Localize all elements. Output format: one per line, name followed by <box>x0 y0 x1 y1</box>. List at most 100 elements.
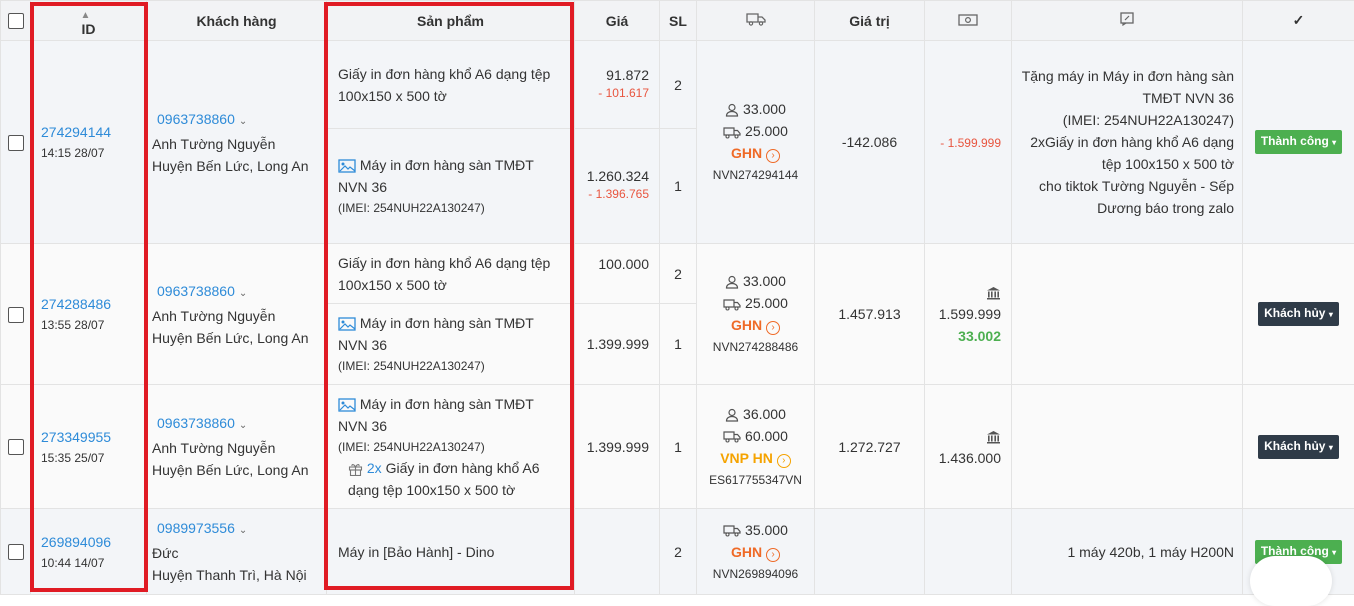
discount-price: - 101.617 <box>575 83 649 103</box>
sort-icon[interactable]: ▲ <box>81 10 91 21</box>
chevron-down-icon[interactable]: ⌄ <box>239 420 247 431</box>
product-cell: Giấy in đơn hàng khổ A6 dạng tệp 100x150… <box>327 244 575 304</box>
status-cell: Thành công ▾ <box>1243 41 1354 244</box>
price-cell: 100.000 <box>575 244 660 304</box>
payment-cell: - 1.599.999 <box>925 41 1012 244</box>
caret-down-icon: ▾ <box>1329 310 1333 319</box>
floating-action-button[interactable] <box>1250 556 1332 606</box>
row-checkbox[interactable] <box>8 439 24 455</box>
column-note <box>1012 1 1243 41</box>
order-id-link[interactable]: 274288486 <box>41 293 146 315</box>
product-name-text: Máy in đơn hàng sàn TMĐT NVN 36 <box>338 315 534 353</box>
value-cell: -142.086 <box>815 41 925 244</box>
carrier-link[interactable]: GHN › <box>697 314 814 336</box>
gift-item: 2x Giấy in đơn hàng khổ A6 dạng tệp 100x… <box>338 457 562 501</box>
row-checkbox[interactable] <box>8 307 24 323</box>
shipping-fee-value: 33.000 <box>743 101 786 117</box>
select-all-checkbox[interactable] <box>8 13 24 29</box>
customer-name: Anh Tường Nguyễn <box>152 437 326 459</box>
user-icon <box>725 408 739 422</box>
money-icon <box>958 14 978 26</box>
note-cell: 1 máy 420b, 1 máy H200N <box>1012 509 1243 595</box>
shipping-fee-value: 33.000 <box>743 273 786 289</box>
column-qty: SL <box>660 1 697 41</box>
customer-phone-label: 0989973556 <box>157 520 235 536</box>
row-select-cell <box>1 244 31 385</box>
unit-price: 100.000 <box>575 256 649 272</box>
note-cell <box>1012 244 1243 385</box>
product-imei: (IMEI: 254NUH22A130247) <box>338 356 562 376</box>
customer-phone[interactable]: 0963738860 ⌄ <box>152 412 326 437</box>
customer-phone[interactable]: 0963738860⌄ <box>152 280 326 305</box>
product-cell: Máy in đơn hàng sàn TMĐT NVN 36 (IMEI: 2… <box>327 129 575 244</box>
customer-phone-label: 0963738860 <box>157 415 235 431</box>
product-name: Máy in đơn hàng sàn TMĐT NVN 36 <box>338 312 562 356</box>
order-id-link[interactable]: 269894096 <box>41 531 146 553</box>
order-time: 15:35 25/07 <box>41 448 146 468</box>
orders-table: ▲ID Khách hàng Sản phẩm Giá SL Giá trị ✓… <box>0 0 1354 595</box>
order-time: 10:44 14/07 <box>41 553 146 573</box>
shipping-fee: 33.000 <box>697 98 814 120</box>
payment-amount: - 1.599.999 <box>940 136 1001 150</box>
column-shipping <box>697 1 815 41</box>
payment-value: 1.599.999 <box>939 306 1001 322</box>
chevron-down-icon[interactable]: ⌄ <box>239 288 247 299</box>
arrow-circle-icon: › <box>777 454 791 468</box>
unit-price: 1.399.999 <box>575 439 649 455</box>
customer-cell: 0963738860⌄ Anh Tường Nguyễn Huyện Bến L… <box>147 244 327 385</box>
column-value: Giá trị <box>815 1 925 41</box>
payment-amount: 1.599.999 <box>925 281 1001 325</box>
shipping-fee-value: 36.000 <box>743 406 786 422</box>
note-cell <box>1012 385 1243 509</box>
tracking-code: NVN269894096 <box>697 563 814 585</box>
customer-address: Huyện Thanh Trì, Hà Nội <box>152 564 326 586</box>
chevron-down-icon[interactable]: ⌄ <box>239 116 247 127</box>
row-checkbox[interactable] <box>8 135 24 151</box>
order-id-link[interactable]: 274294144 <box>41 121 146 143</box>
status-label: Khách hủy <box>1264 439 1325 453</box>
order-id-cell: 273349955 15:35 25/07 <box>31 385 147 509</box>
column-payment <box>925 1 1012 41</box>
customer-phone[interactable]: 0989973556 ⌄ <box>152 517 326 542</box>
shipping-cell: 35.000 GHN › NVN269894096 <box>697 509 815 595</box>
order-id-link[interactable]: 273349955 <box>41 426 146 448</box>
qty-cell: 2 <box>660 244 697 304</box>
product-name: Giấy in đơn hàng khổ A6 dạng tệp 100x150… <box>338 66 550 104</box>
payment-extra: 33.002 <box>925 325 1001 347</box>
shipping-cost-value: 25.000 <box>745 123 788 139</box>
note-icon <box>1120 12 1134 26</box>
value-cell: 1.457.913 <box>815 244 925 385</box>
customer-phone[interactable]: 0963738860⌄ <box>152 108 326 133</box>
product-imei: (IMEI: 254NUH22A130247) <box>338 198 562 218</box>
user-icon <box>725 275 739 289</box>
chevron-down-icon[interactable]: ⌄ <box>239 525 247 536</box>
column-id[interactable]: ▲ID <box>31 1 147 41</box>
carrier-link[interactable]: VNP HN › <box>697 447 814 469</box>
shipping-cost: 25.000 <box>697 120 814 142</box>
product-cell: Máy in [Bảo Hành] - Dino <box>327 509 575 595</box>
carrier-name: VNP HN <box>720 450 773 466</box>
arrow-circle-icon: › <box>766 321 780 335</box>
status-badge[interactable]: Khách hủy ▾ <box>1258 302 1339 326</box>
truck-icon <box>723 298 741 311</box>
status-badge[interactable]: Thành công ▾ <box>1255 130 1342 154</box>
note-line: 2xGiấy in đơn hàng khổ A6 dạng <box>1012 131 1234 153</box>
carrier-name: GHN <box>731 145 762 161</box>
order-id-cell: 274288486 13:55 28/07 <box>31 244 147 385</box>
status-badge[interactable]: Khách hủy ▾ <box>1258 435 1339 459</box>
row-checkbox[interactable] <box>8 544 24 560</box>
truck-icon <box>746 12 766 26</box>
row-select-cell <box>1 509 31 595</box>
carrier-link[interactable]: GHN › <box>697 541 814 563</box>
qty-cell: 1 <box>660 129 697 244</box>
gift-icon <box>348 462 363 476</box>
payment-cell: 1.436.000 <box>925 385 1012 509</box>
shipping-cost-value: 35.000 <box>745 522 788 538</box>
caret-down-icon: ▾ <box>1332 548 1336 557</box>
carrier-link[interactable]: GHN › <box>697 142 814 164</box>
product-imei: (IMEI: 254NUH22A130247) <box>338 437 562 457</box>
shipping-cell: 33.000 25.000 GHN › NVN274288486 <box>697 244 815 385</box>
product-cell: Máy in đơn hàng sàn TMĐT NVN 36 (IMEI: 2… <box>327 385 575 509</box>
qty-cell: 1 <box>660 385 697 509</box>
product-name: Máy in đơn hàng sàn TMĐT NVN 36 <box>338 393 562 437</box>
